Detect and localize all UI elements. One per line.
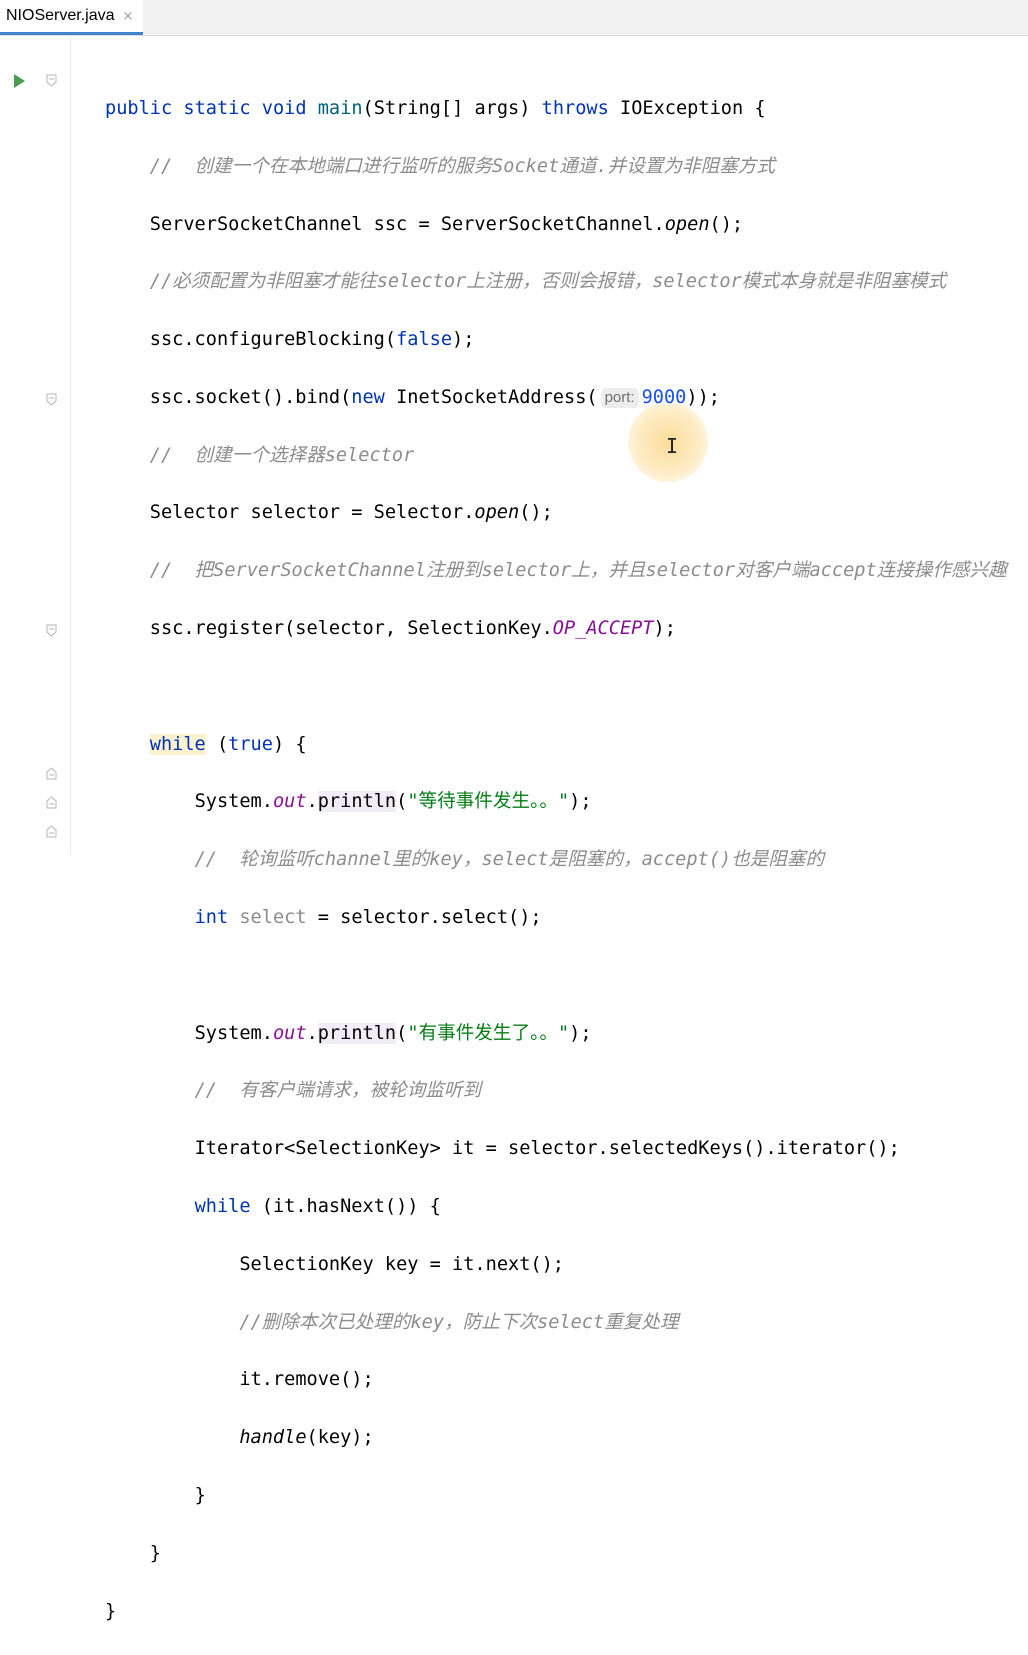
close-icon[interactable]: × [122, 9, 133, 24]
code-line: it.remove(); [239, 1369, 374, 1391]
editor-tab-bar: NIOServer.java × [0, 0, 1028, 36]
tab-label: NIOServer.java [6, 7, 115, 24]
tab-nioserver-java[interactable]: NIOServer.java × [0, 0, 144, 35]
code-line: System.out.println("等待事件发生。。"); [194, 791, 592, 813]
fold-marker-icon[interactable] [46, 393, 57, 406]
code-line: ServerSocketChannel ssc = ServerSocketCh… [149, 213, 744, 235]
code-line: //删除本次已处理的key，防止下次select重复处理 [239, 1311, 679, 1333]
fold-marker-icon[interactable] [46, 624, 57, 637]
code-editor[interactable]: public static void main(String[] args) t… [105, 66, 1007, 1655]
code-line: } [194, 1485, 206, 1507]
code-line: SelectionKey key = it.next(); [239, 1253, 564, 1275]
fold-marker-icon[interactable] [46, 767, 57, 780]
code-line: while (it.hasNext()) { [194, 1196, 441, 1218]
code-line: int select = selector.select(); [194, 907, 542, 929]
code-line: System.out.println("有事件发生了。。"); [194, 1022, 592, 1044]
code-line: Iterator<SelectionKey> it = selector.sel… [194, 1138, 900, 1160]
code-line: ssc.socket().bind(new InetSocketAddress(… [149, 386, 720, 408]
code-line: // 把ServerSocketChannel注册到selector上，并且se… [149, 560, 1007, 582]
code-line: } [149, 1542, 161, 1564]
code-line: ssc.register(selector, SelectionKey.OP_A… [149, 618, 676, 640]
gutter-divider [70, 36, 71, 855]
code-line: ssc.configureBlocking(false); [149, 329, 475, 351]
code-line: //必须配置为非阻塞才能往selector上注册，否则会报错，selector模… [149, 271, 947, 293]
code-line: handle(key); [239, 1427, 374, 1449]
code-line: // 创建一个选择器selector [149, 444, 415, 466]
code-line: while (true) { [149, 733, 307, 755]
code-line: public static void main(String[] args) t… [105, 97, 766, 119]
run-triangle-icon[interactable] [14, 74, 25, 88]
fold-marker-icon[interactable] [46, 74, 57, 87]
editor-gutter [0, 36, 70, 855]
fold-marker-icon[interactable] [46, 825, 57, 838]
parameter-hint: port: [600, 387, 639, 408]
code-line: } [105, 1600, 117, 1622]
code-line: // 有客户端请求，被轮询监听到 [194, 1080, 482, 1102]
code-line: Selector selector = Selector.open(); [149, 502, 553, 524]
fold-marker-icon[interactable] [46, 796, 57, 809]
code-line: // 创建一个在本地端口进行监听的服务Socket通道.并设置为非阻塞方式 [149, 155, 775, 177]
code-line: // 轮询监听channel里的key，select是阻塞的，accept()也… [194, 849, 825, 871]
